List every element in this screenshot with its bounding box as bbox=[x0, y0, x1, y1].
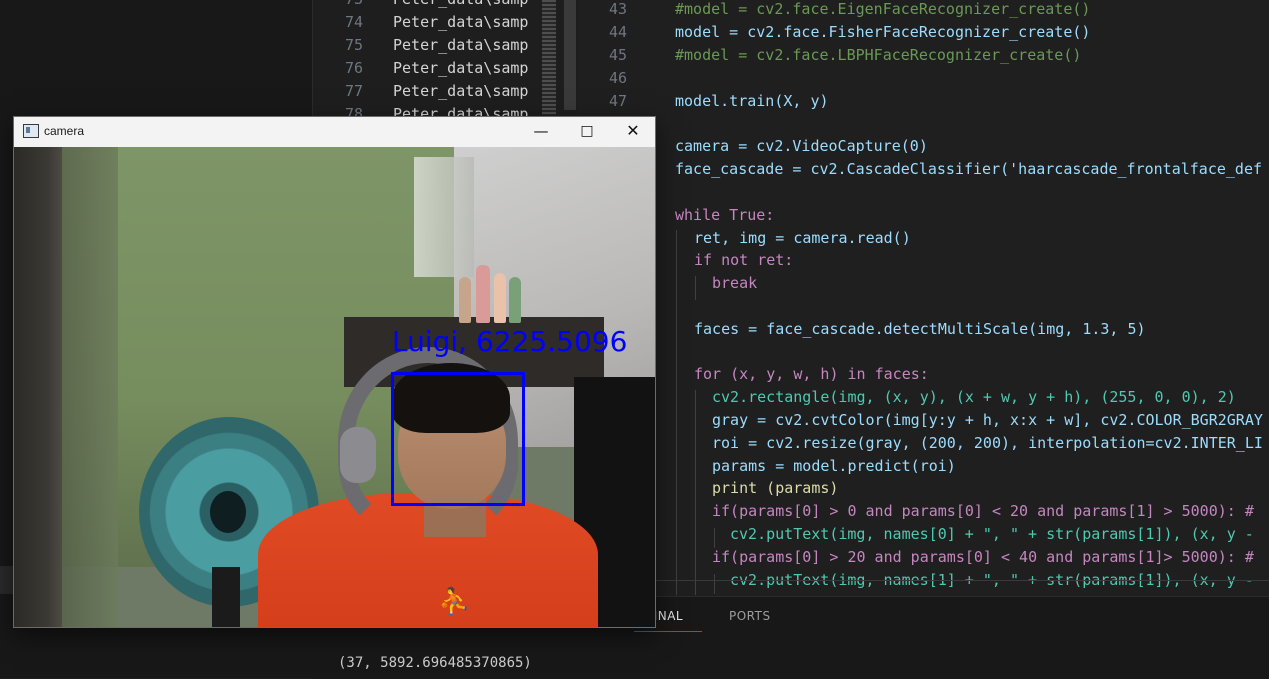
line-number: 77 bbox=[344, 82, 363, 100]
line-number: 47 bbox=[608, 92, 627, 110]
scrollbar-thumb[interactable] bbox=[564, 0, 576, 110]
headphone-earcup bbox=[340, 427, 376, 483]
code-line: roi = cv2.resize(gray, (200, 200), inter… bbox=[578, 432, 1269, 455]
tab-ports[interactable]: PORTS bbox=[729, 609, 771, 623]
code-text: print (params) bbox=[712, 479, 839, 497]
code-text: camera = cv2.VideoCapture(0) bbox=[675, 137, 928, 155]
minimap[interactable] bbox=[542, 0, 556, 115]
code-line: print (params) bbox=[578, 477, 1269, 500]
code-editor[interactable]: 43 #model = cv2.face.EigenFaceRecognizer_… bbox=[578, 0, 1269, 596]
code-text: faces = face_cascade.detectMultiScale(im… bbox=[694, 320, 1146, 338]
code-text: if(params[0] > 20 and params[0] < 40 and… bbox=[712, 548, 1254, 566]
code-line: for (x, y, w, h) in faces: bbox=[578, 363, 1269, 386]
code-text: params = model.predict(roi) bbox=[712, 457, 956, 475]
code-text: for (x, y, w, h) in faces: bbox=[694, 365, 929, 383]
bottle bbox=[476, 265, 490, 323]
code-line: ret, img = camera.read() bbox=[578, 227, 1269, 250]
code-text: if(params[0] > 0 and params[0] < 20 and … bbox=[712, 502, 1254, 520]
window-title: camera bbox=[44, 124, 85, 138]
line-number: 75 bbox=[344, 36, 363, 54]
line-number: 73 bbox=[313, 0, 363, 11]
code-text: cv2.rectangle(img, (x, y), (x + w, y + h… bbox=[712, 388, 1236, 406]
list-item: 76 Peter_data\samp bbox=[313, 57, 579, 80]
line-text: Peter_data\samp bbox=[393, 36, 529, 54]
code-line: cv2.putText(img, names[0] + ", " + str(p… bbox=[578, 523, 1269, 546]
fan-stand bbox=[212, 567, 240, 627]
code-text: cv2.putText(img, names[0] + ", " + str(p… bbox=[730, 525, 1254, 543]
fan-hub bbox=[210, 491, 246, 533]
code-line: cv2.rectangle(img, (x, y), (x + w, y + h… bbox=[578, 386, 1269, 409]
terminal-output: (37, 5892.696485370865) bbox=[338, 655, 532, 671]
code-text: ret, img = camera.read() bbox=[694, 229, 911, 247]
code-line: 47 model.train(X, y) bbox=[578, 90, 1269, 113]
active-tab-indicator bbox=[634, 631, 702, 632]
line-number: 76 bbox=[344, 59, 363, 77]
code-text: gray = cv2.cvtColor(img[y:y + h, x:x + w… bbox=[712, 411, 1263, 429]
line-text: Peter_data\samp bbox=[393, 0, 533, 11]
code-line: 44 model = cv2.face.FisherFaceRecognizer_… bbox=[578, 21, 1269, 44]
window-app-icon bbox=[23, 124, 39, 138]
code-text: model = cv2.face.FisherFaceRecognizer_cr… bbox=[675, 23, 1091, 41]
code-line: if(params[0] > 20 and params[0] < 40 and… bbox=[578, 546, 1269, 569]
code-text: if not ret: bbox=[694, 251, 794, 269]
list-item: 75 Peter_data\samp bbox=[313, 34, 579, 57]
doorway bbox=[14, 147, 62, 627]
camera-window[interactable]: camera — □ ✕ ⛹ Luigi, 6225.5096 bbox=[13, 116, 656, 628]
line-text: Peter_data\samp bbox=[393, 13, 529, 31]
code-line: break bbox=[578, 272, 1269, 295]
code-text: model.train(X, y) bbox=[675, 92, 829, 110]
window-titlebar[interactable]: camera — □ ✕ bbox=[14, 117, 655, 147]
code-text: #model = cv2.face.LBPHFaceRecognizer_cre… bbox=[675, 46, 1082, 64]
code-text: #model = cv2.face.EigenFaceRecognizer_cr… bbox=[675, 0, 1091, 18]
list-item: 77 Peter_data\samp bbox=[313, 80, 579, 103]
code-line: if not ret: bbox=[578, 249, 1269, 272]
current-line-highlight bbox=[578, 580, 1269, 593]
face-detection-box bbox=[391, 372, 525, 506]
code-text: roi = cv2.resize(gray, (200, 200), inter… bbox=[712, 434, 1263, 452]
camera-feed: ⛹ Luigi, 6225.5096 bbox=[14, 147, 655, 627]
code-text: face_cascade = cv2.CascadeClassifier('ha… bbox=[675, 160, 1262, 178]
code-line: face_cascade = cv2.CascadeClassifier('ha… bbox=[578, 158, 1269, 181]
code-line: faces = face_cascade.detectMultiScale(im… bbox=[578, 318, 1269, 341]
code-line: if(params[0] > 0 and params[0] < 20 and … bbox=[578, 500, 1269, 523]
line-number: 74 bbox=[344, 13, 363, 31]
list-item: 74 Peter_data\samp bbox=[313, 11, 579, 34]
door-frame bbox=[62, 147, 118, 627]
line-number: 45 bbox=[608, 46, 627, 64]
minimize-button[interactable]: — bbox=[518, 117, 564, 147]
code-text: break bbox=[712, 274, 758, 292]
shirt-logo-icon: ⛹ bbox=[438, 587, 471, 617]
code-line: 45 #model = cv2.face.LBPHFaceRecognizer_c… bbox=[578, 44, 1269, 67]
code-text: while True: bbox=[675, 206, 775, 224]
line-text: Peter_data\samp bbox=[393, 82, 529, 100]
bottle bbox=[459, 277, 471, 323]
code-line: camera = cv2.VideoCapture(0) bbox=[578, 135, 1269, 158]
bottle bbox=[494, 273, 506, 323]
code-line: while True: bbox=[578, 204, 1269, 227]
bottle bbox=[509, 277, 521, 323]
code-line: gray = cv2.cvtColor(img[y:y + h, x:x + w… bbox=[578, 409, 1269, 432]
list-item: 73 Peter_data\samp bbox=[313, 0, 579, 11]
maximize-button[interactable]: □ bbox=[564, 117, 610, 147]
code-line: 43 #model = cv2.face.EigenFaceRecognizer_… bbox=[578, 0, 1269, 21]
code-line: 46 bbox=[578, 67, 1269, 90]
line-text: Peter_data\samp bbox=[393, 59, 529, 77]
code-line: params = model.predict(roi) bbox=[578, 455, 1269, 478]
curtain bbox=[414, 157, 474, 277]
line-number: 44 bbox=[608, 23, 627, 41]
face-detection-label: Luigi, 6225.5096 bbox=[392, 325, 628, 358]
close-button[interactable]: ✕ bbox=[610, 117, 655, 147]
line-number: 43 bbox=[608, 0, 627, 18]
line-number: 46 bbox=[608, 69, 627, 87]
